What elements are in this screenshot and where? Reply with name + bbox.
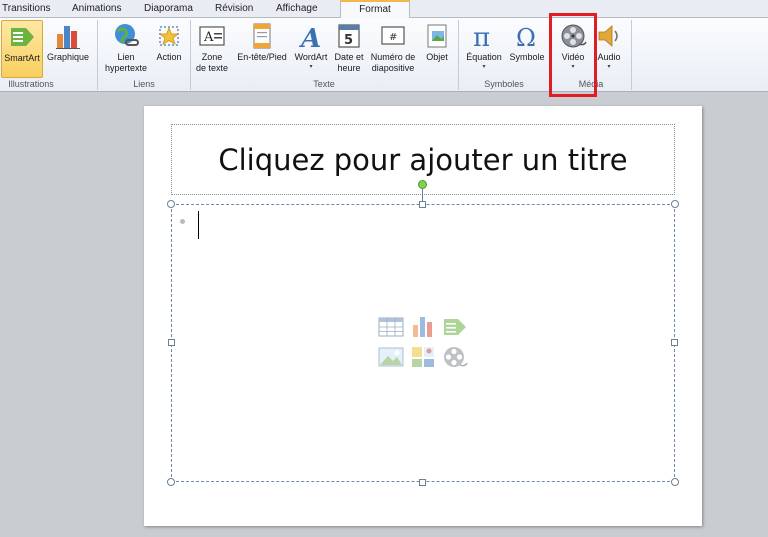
- audio-dropdown-arrow[interactable]: ▾: [594, 63, 624, 71]
- resize-handle-left[interactable]: [168, 339, 175, 346]
- group-separator: [631, 20, 632, 90]
- ribbon: SmartArt Graphique Illustrations Lien hy…: [0, 18, 768, 92]
- object-icon: [427, 24, 447, 48]
- bullet-marker: [180, 219, 185, 224]
- action-button[interactable]: Action: [152, 20, 186, 78]
- resize-handle-top-right[interactable]: [671, 200, 679, 208]
- smartart-button[interactable]: SmartArt: [1, 20, 43, 78]
- tab-animations[interactable]: Animations: [72, 3, 121, 14]
- equation-button[interactable]: π Équation ▾: [462, 20, 506, 78]
- insert-smartart-icon[interactable]: [442, 315, 468, 339]
- group-label-texte: Texte: [313, 79, 335, 89]
- tab-format[interactable]: Format: [340, 0, 410, 19]
- resize-handle-bottom-left[interactable]: [167, 478, 175, 486]
- chart-icon: [56, 26, 80, 49]
- action-star-icon: [158, 26, 180, 46]
- calendar-icon: 5: [338, 24, 360, 48]
- group-separator: [458, 20, 459, 90]
- resize-handle-top[interactable]: [419, 201, 426, 208]
- svg-text:A: A: [298, 24, 321, 50]
- group-separator: [190, 20, 191, 90]
- svg-text:Ω: Ω: [516, 24, 536, 50]
- objet-button[interactable]: Objet: [421, 20, 453, 78]
- audio-button[interactable]: Audio ▾: [594, 20, 624, 78]
- graphique-button[interactable]: Graphique: [44, 20, 92, 78]
- insert-picture-icon[interactable]: [378, 345, 404, 369]
- group-separator: [97, 20, 98, 90]
- tab-affichage[interactable]: Affichage: [276, 3, 318, 14]
- date-heure-button[interactable]: 5 Date et heure: [331, 20, 367, 78]
- slide-canvas[interactable]: Cliquez pour ajouter un titre: [144, 106, 702, 526]
- globe-link-icon: [115, 24, 139, 46]
- symbole-button[interactable]: Ω Symbole: [506, 20, 548, 78]
- resize-handle-bottom-right[interactable]: [671, 478, 679, 486]
- ribbon-tab-bar: Transitions Animations Diaporama Révisio…: [0, 0, 768, 19]
- header-footer-icon: [253, 23, 271, 49]
- insert-chart-icon[interactable]: [410, 315, 436, 339]
- entete-pied-button[interactable]: En-tête/Pied: [234, 20, 290, 78]
- speaker-icon: [598, 25, 618, 47]
- numero-diapositive-button[interactable]: # Numéro de diapositive: [367, 20, 419, 78]
- svg-text:#: #: [389, 32, 397, 43]
- insert-clipart-icon[interactable]: [410, 345, 436, 369]
- omega-icon: Ω: [516, 24, 536, 50]
- insert-media-icon[interactable]: [442, 345, 468, 369]
- text-box-icon: A: [199, 26, 225, 46]
- tab-diaporama[interactable]: Diaporama: [144, 3, 193, 14]
- equation-dropdown-arrow[interactable]: ▾: [462, 63, 506, 71]
- svg-text:5: 5: [344, 33, 353, 48]
- slide-number-icon: #: [381, 26, 405, 45]
- svg-text:π: π: [473, 23, 490, 50]
- insert-content-icons: [378, 315, 468, 373]
- resize-handle-top-left[interactable]: [167, 200, 175, 208]
- tab-revision[interactable]: Révision: [215, 3, 253, 14]
- svg-text:A: A: [203, 30, 214, 45]
- resize-handle-bottom[interactable]: [419, 479, 426, 486]
- text-cursor: [198, 211, 199, 239]
- content-placeholder[interactable]: [171, 204, 675, 482]
- group-label-symboles: Symboles: [484, 79, 524, 89]
- group-label-illustrations: Illustrations: [8, 79, 54, 89]
- wordart-icon: A: [298, 24, 321, 50]
- insert-table-icon[interactable]: [378, 315, 404, 339]
- title-placeholder-text: Cliquez pour ajouter un titre: [218, 142, 628, 177]
- lien-hypertexte-button[interactable]: Lien hypertexte: [100, 20, 152, 78]
- smartart-icon: [11, 28, 34, 46]
- resize-handle-right[interactable]: [671, 339, 678, 346]
- wordart-dropdown-arrow[interactable]: ▾: [291, 63, 331, 71]
- wordart-button[interactable]: A WordArt ▾: [291, 20, 331, 78]
- tab-transitions[interactable]: Transitions: [2, 3, 51, 14]
- video-highlight-box: [549, 13, 597, 97]
- rotation-handle[interactable]: [418, 180, 427, 189]
- group-label-liens: Liens: [133, 79, 155, 89]
- pi-icon: π: [473, 23, 490, 50]
- zone-de-texte-button[interactable]: A Zone de texte: [193, 20, 231, 78]
